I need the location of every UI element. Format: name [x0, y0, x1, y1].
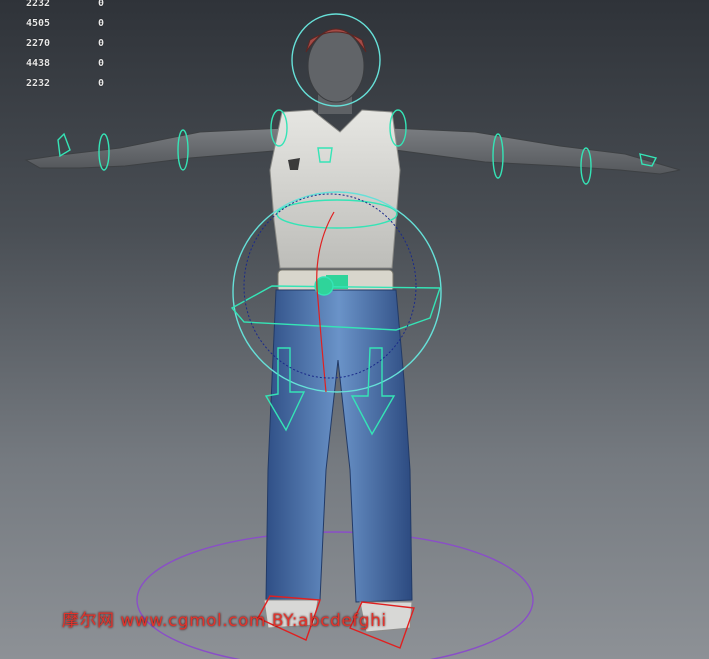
watermark-text: 摩尔网 www.cgmol.com BY:abcdefghi: [62, 611, 387, 631]
hud-row: 4438 0: [6, 54, 104, 74]
root-control-circle[interactable]: [136, 531, 534, 659]
hud-extra: 0: [97, 0, 104, 9]
hud-extra: 0: [97, 58, 104, 69]
hud-value: 4505: [26, 18, 51, 29]
poly-count-hud: 2232 0 4505 0 2270 0 4438 0 2232 0: [6, 0, 104, 94]
left-arm: [24, 127, 286, 169]
hud-extra: 0: [97, 18, 104, 29]
hud-row: 2232 0: [6, 74, 104, 94]
hud-value: 2270: [26, 38, 51, 49]
jeans: [265, 289, 413, 603]
hud-value: 4438: [26, 58, 51, 69]
hud-extra: 0: [97, 78, 104, 89]
hud-value: 2232: [26, 78, 51, 89]
hud-row: 2232 0: [6, 0, 104, 14]
hand-control-left[interactable]: [57, 132, 71, 158]
head: [307, 29, 365, 103]
character-rig-scene[interactable]: [0, 0, 709, 659]
hud-extra: 0: [97, 38, 104, 49]
hud-row: 2270 0: [6, 34, 104, 54]
right-arm: [389, 127, 681, 175]
shirt-stain: [288, 158, 300, 170]
hud-row: 4505 0: [6, 14, 104, 34]
hud-value: 2232: [26, 0, 51, 9]
maya-viewport[interactable]: 2232 0 4505 0 2270 0 4438 0 2232 0 摩尔网 w…: [0, 0, 709, 659]
tank-top: [269, 109, 401, 269]
